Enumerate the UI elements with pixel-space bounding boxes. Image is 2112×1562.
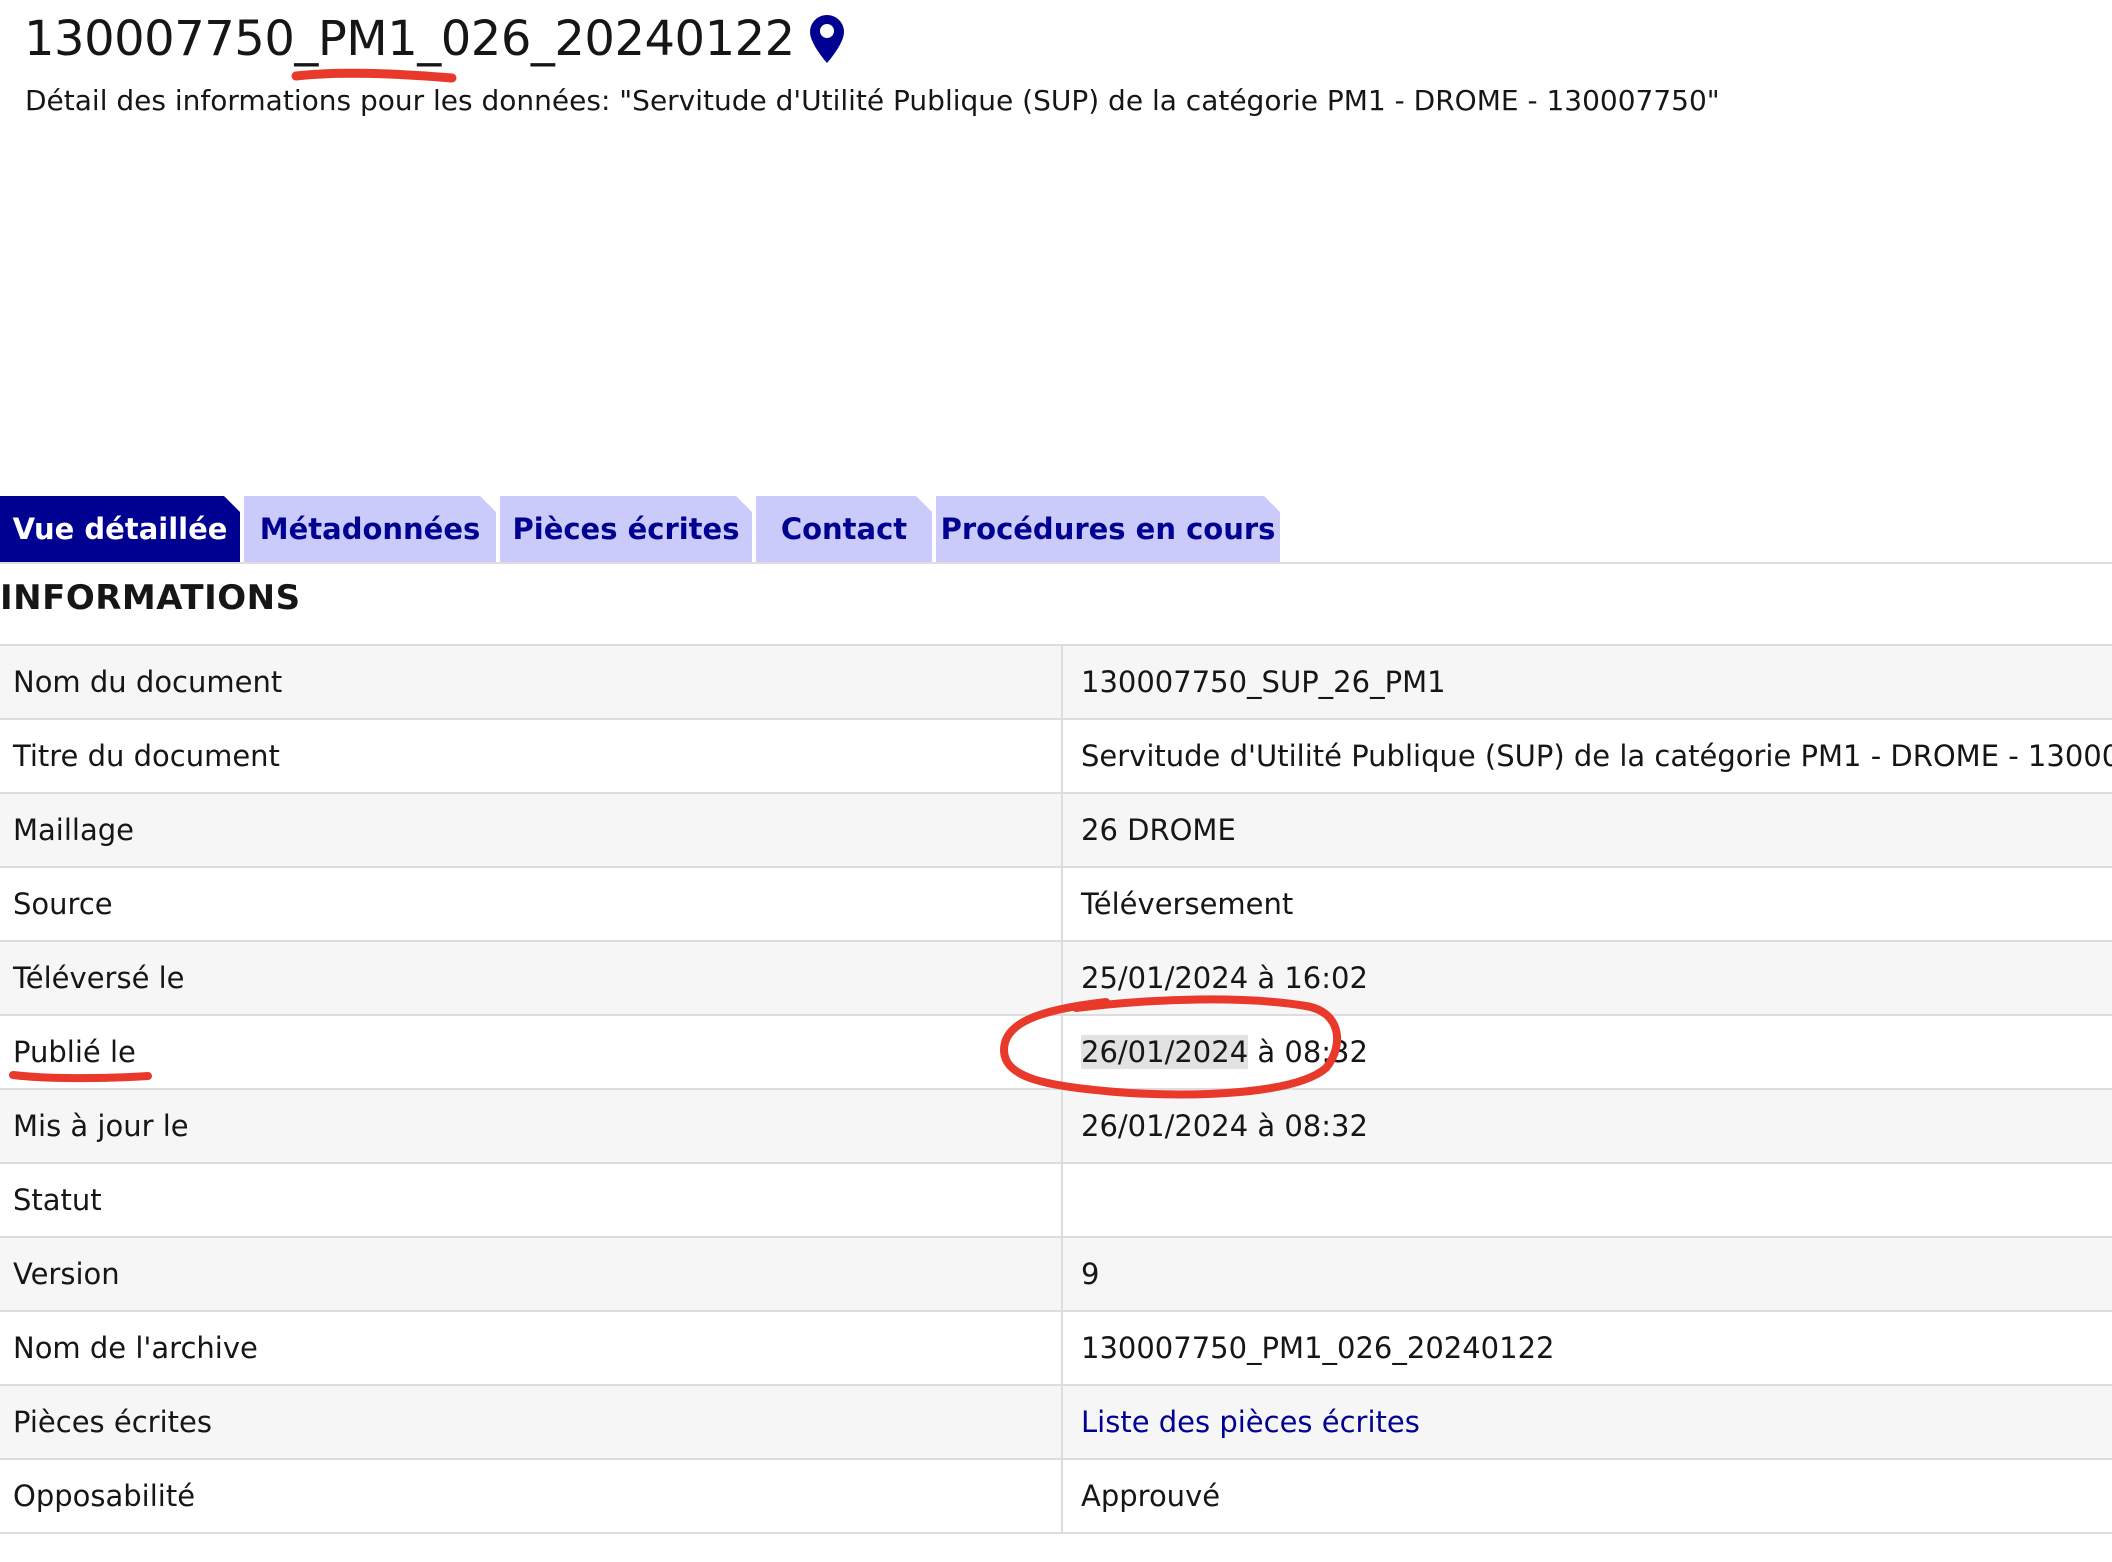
table-row: Pièces écrites Liste des pièces écrites xyxy=(0,1384,2112,1460)
selected-date-text: 26/01/2024 xyxy=(1081,1035,1249,1069)
row-value: 26 DROME xyxy=(1062,792,2112,868)
tab-bar: Vue détaillée Métadonnées Pièces écrites… xyxy=(0,496,2112,564)
time-text: à 08:32 xyxy=(1248,1035,1368,1069)
tab-metadonnees[interactable]: Métadonnées xyxy=(244,496,496,562)
row-value: 9 xyxy=(1062,1236,2112,1312)
table-row: Source Téléversement xyxy=(0,866,2112,942)
row-label: Mis à jour le xyxy=(0,1088,1063,1164)
table-row: Version 9 xyxy=(0,1236,2112,1312)
row-value: 26/01/2024 à 08:32 xyxy=(1062,1014,2112,1090)
table-row: Nom du document 130007750_SUP_26_PM1 xyxy=(0,644,2112,720)
table-row: Mis à jour le 26/01/2024 à 08:32 xyxy=(0,1088,2112,1164)
table-row: Opposabilité Approuvé xyxy=(0,1458,2112,1534)
row-label: Nom de l'archive xyxy=(0,1310,1063,1386)
row-value: Approuvé xyxy=(1062,1458,2112,1534)
row-label: Source xyxy=(0,866,1063,942)
row-value: 130007750_PM1_026_20240122 xyxy=(1062,1310,2112,1386)
page-title: 130007750_PM1_026_20240122 xyxy=(24,6,845,72)
page-title-text: 130007750_PM1_026_20240122 xyxy=(24,11,795,67)
table-row: Publié le 26/01/2024 à 08:32 xyxy=(0,1014,2112,1090)
row-value: 25/01/2024 à 16:02 xyxy=(1062,940,2112,1016)
table-row: Maillage 26 DROME xyxy=(0,792,2112,868)
tab-contact[interactable]: Contact xyxy=(756,496,932,562)
row-label: Titre du document xyxy=(0,718,1063,794)
pieces-ecrites-link[interactable]: Liste des pièces écrites xyxy=(1081,1405,1420,1439)
row-label: Version xyxy=(0,1236,1063,1312)
section-heading-informations: INFORMATIONS xyxy=(0,578,301,618)
row-label: Opposabilité xyxy=(0,1458,1063,1534)
row-label: Statut xyxy=(0,1162,1063,1238)
row-label: Téléversé le xyxy=(0,940,1063,1016)
row-value xyxy=(1062,1162,2112,1238)
row-value: Liste des pièces écrites xyxy=(1062,1384,2112,1460)
tab-pieces-ecrites[interactable]: Pièces écrites xyxy=(500,496,752,562)
tab-procedures-en-cours[interactable]: Procédures en cours xyxy=(936,496,1280,562)
table-row: Statut xyxy=(0,1162,2112,1238)
table-row: Titre du document Servitude d'Utilité Pu… xyxy=(0,718,2112,794)
row-label: Publié le xyxy=(0,1014,1063,1090)
row-label: Maillage xyxy=(0,792,1063,868)
row-value: Téléversement xyxy=(1062,866,2112,942)
table-row: Nom de l'archive 130007750_PM1_026_20240… xyxy=(0,1310,2112,1386)
row-value: 130007750_SUP_26_PM1 xyxy=(1062,644,2112,720)
table-row: Téléversé le 25/01/2024 à 16:02 xyxy=(0,940,2112,1016)
row-value: Servitude d'Utilité Publique (SUP) de la… xyxy=(1062,718,2112,794)
information-table: Nom du document 130007750_SUP_26_PM1 Tit… xyxy=(0,644,2112,1534)
page-subtitle: Détail des informations pour les données… xyxy=(25,84,1720,117)
row-label: Pièces écrites xyxy=(0,1384,1063,1460)
row-value: 26/01/2024 à 08:32 xyxy=(1062,1088,2112,1164)
row-label: Nom du document xyxy=(0,644,1063,720)
map-pin-icon[interactable] xyxy=(809,14,845,64)
tab-vue-detaillee[interactable]: Vue détaillée xyxy=(0,496,240,562)
